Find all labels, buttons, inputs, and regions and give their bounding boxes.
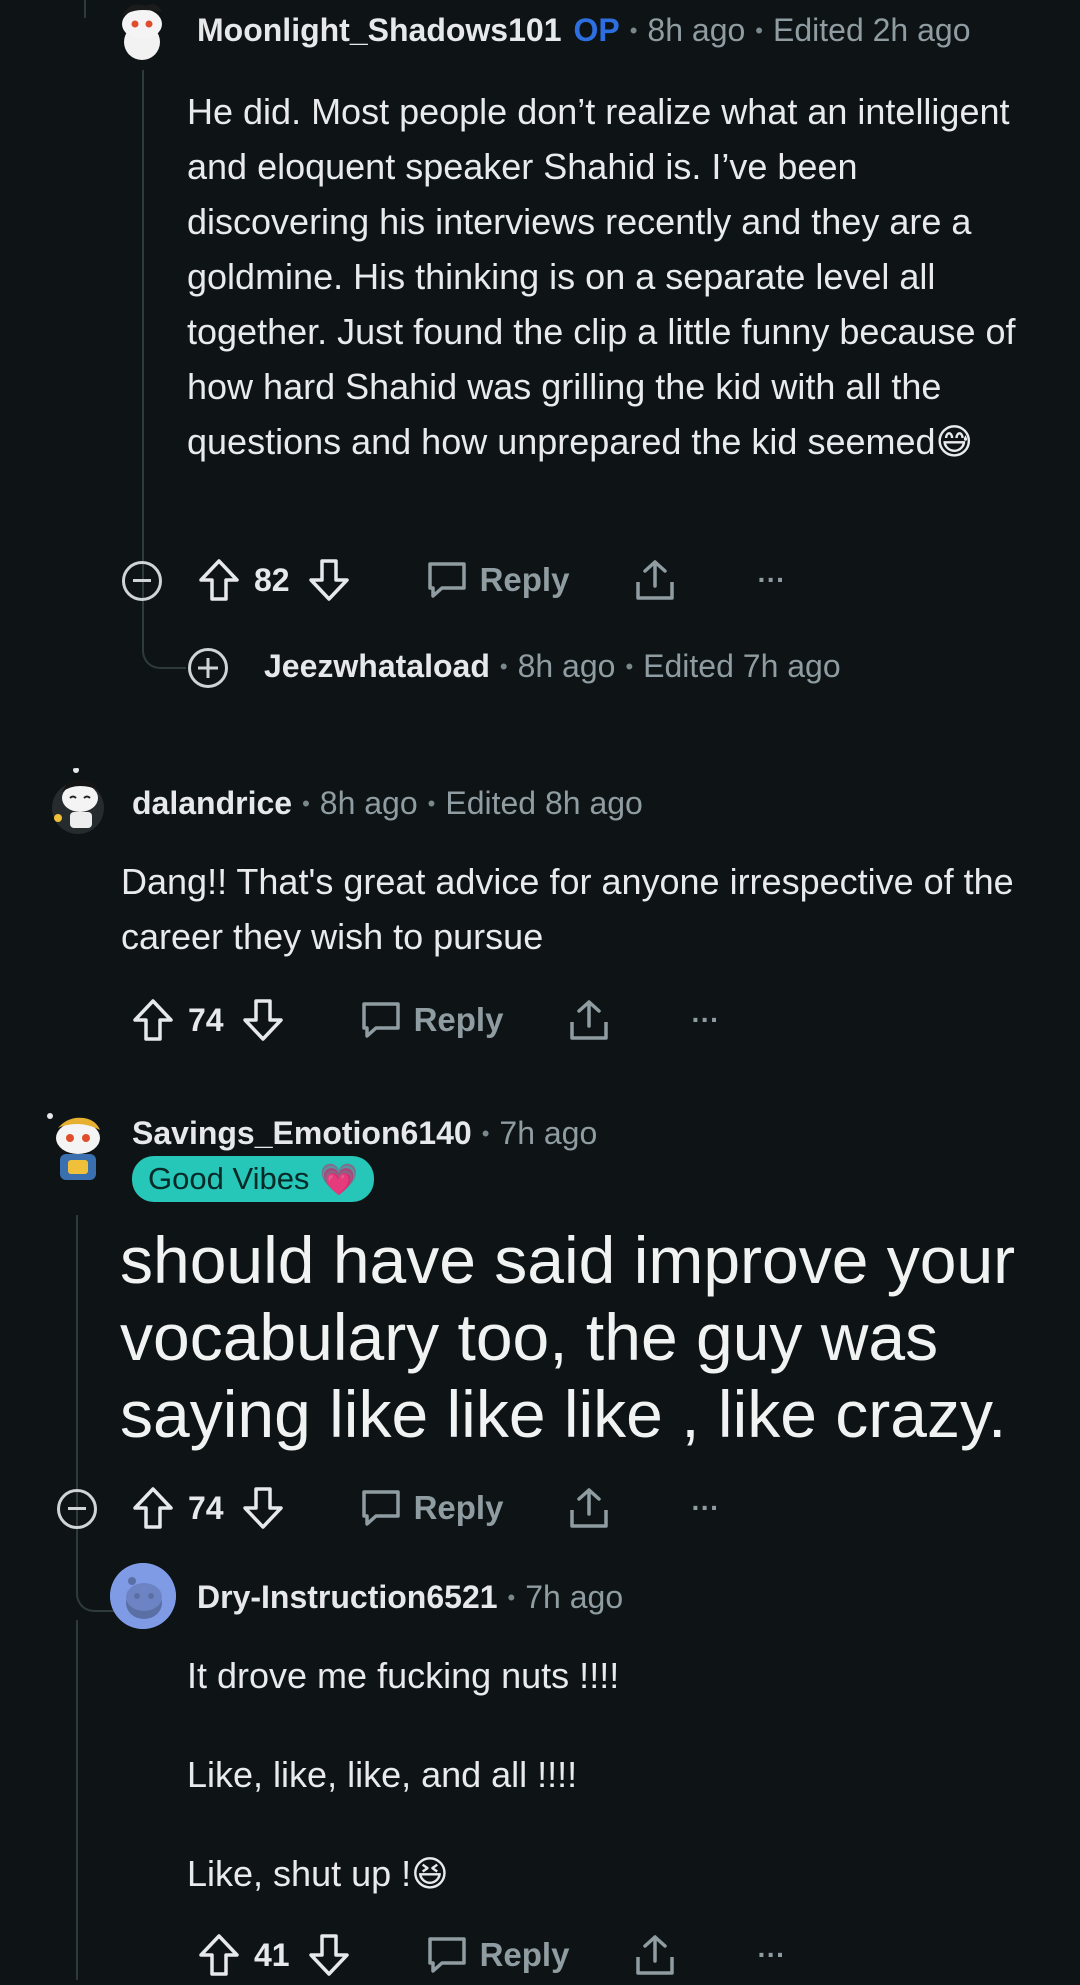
comment-icon	[427, 562, 466, 598]
downvote-icon	[242, 999, 283, 1041]
vote-count: 41	[254, 1936, 290, 1973]
share-button[interactable]	[633, 1933, 677, 1977]
upvote-button[interactable]	[132, 1486, 174, 1530]
downvote-icon	[242, 1487, 283, 1529]
reply-label: Reply	[413, 1001, 504, 1038]
timestamp: 8h ago	[517, 648, 616, 684]
reply-button[interactable]: Reply	[360, 1488, 504, 1528]
reply-button[interactable]: Reply	[426, 560, 570, 600]
edited-label: Edited 7h ago	[643, 648, 841, 684]
avatar[interactable]	[44, 1110, 112, 1186]
downvote-button[interactable]	[242, 1486, 284, 1530]
comment-icon	[361, 1002, 400, 1038]
more-options-button[interactable]: ···	[691, 1492, 719, 1524]
more-options-button[interactable]: ···	[691, 1004, 719, 1036]
timestamp: 7h ago	[499, 1115, 598, 1151]
comment-actions: 74 Reply ···	[132, 990, 719, 1050]
upvote-icon	[133, 1487, 173, 1529]
edited-label: Edited 8h ago	[445, 785, 643, 821]
separator-dot: •	[427, 790, 436, 816]
username[interactable]: Dry-Instruction6521	[197, 1579, 498, 1616]
comment-body: Dang!! That's great advice for anyone ir…	[121, 861, 1014, 957]
username[interactable]: Savings_Emotion6140	[132, 1115, 472, 1152]
vote-count: 74	[188, 1001, 224, 1038]
reply-button[interactable]: Reply	[426, 1935, 570, 1975]
vote-count: 82	[254, 561, 290, 598]
share-icon	[570, 1488, 609, 1528]
comment-actions: 82 Reply ···	[198, 550, 785, 610]
avatar[interactable]	[110, 1563, 176, 1629]
timestamp: 8h ago	[647, 12, 746, 48]
share-button[interactable]	[567, 998, 611, 1042]
separator-dot: •	[302, 790, 310, 816]
laughing-emoji: 😆	[411, 1853, 449, 1894]
edited-label: Edited 2h ago	[773, 12, 971, 48]
comment-actions: 74 Reply ···	[132, 1478, 719, 1538]
comment-text: Like, shut up !	[187, 1853, 412, 1894]
username[interactable]: Moonlight_Shadows101	[197, 12, 561, 49]
separator-dot: •	[755, 17, 763, 43]
comment-body: He did. Most people don’t realize what a…	[187, 84, 1037, 469]
sweat-smile-emoji: 😅	[935, 421, 974, 462]
vote-count: 74	[188, 1489, 224, 1526]
separator-dot: •	[481, 1120, 490, 1146]
comment-body: should have said improve your vocabulary…	[120, 1223, 1016, 1451]
separator-dot: •	[499, 653, 508, 679]
comment-text: He did. Most people don’t realize what a…	[187, 91, 1016, 462]
upvote-button[interactable]	[132, 998, 174, 1042]
username[interactable]: Jeezwhataload	[264, 648, 490, 685]
upvote-button[interactable]	[198, 1933, 240, 1977]
collapse-button[interactable]	[122, 561, 162, 601]
downvote-button[interactable]	[242, 998, 284, 1042]
heart-emoji: 💗	[319, 1161, 359, 1197]
avatar[interactable]	[44, 768, 112, 836]
comment-body-line: Like, shut up !😆	[187, 1846, 449, 1901]
share-icon	[636, 1935, 675, 1975]
collapse-icon	[133, 579, 151, 582]
reply-button[interactable]: Reply	[360, 1000, 504, 1040]
downvote-button[interactable]	[308, 558, 350, 602]
avatar[interactable]	[112, 0, 172, 64]
more-options-button[interactable]: ···	[757, 564, 785, 596]
upvote-icon	[133, 999, 173, 1041]
reply-label: Reply	[413, 1489, 504, 1526]
share-button[interactable]	[633, 558, 677, 602]
timestamp: 8h ago	[319, 785, 418, 821]
share-icon	[636, 560, 675, 600]
upvote-icon	[199, 1934, 239, 1976]
collapse-icon	[68, 1507, 86, 1510]
comment-body-line: It drove me fucking nuts !!!!	[187, 1655, 620, 1696]
share-button[interactable]	[567, 1486, 611, 1530]
share-icon	[570, 1000, 609, 1040]
upvote-button[interactable]	[198, 558, 240, 602]
comment-body-line: Like, like, like, and all !!!!	[187, 1754, 578, 1795]
timestamp: 7h ago	[525, 1579, 624, 1615]
username[interactable]: dalandrice	[132, 785, 292, 822]
downvote-icon	[308, 559, 349, 601]
upvote-icon	[199, 559, 239, 601]
downvote-icon	[308, 1934, 349, 1976]
reply-label: Reply	[479, 561, 570, 598]
collapse-button[interactable]	[57, 1489, 97, 1529]
downvote-button[interactable]	[308, 1933, 350, 1977]
reply-label: Reply	[479, 1936, 570, 1973]
separator-dot: •	[507, 1584, 516, 1610]
flair-label: Good Vibes	[148, 1161, 310, 1196]
more-options-button[interactable]: ···	[757, 1939, 785, 1971]
comment-actions: 41 Reply ···	[198, 1925, 785, 1985]
comment-icon	[427, 1937, 466, 1973]
expand-button[interactable]	[188, 648, 228, 688]
user-flair: Good Vibes 💗	[132, 1156, 375, 1202]
expand-icon	[198, 658, 218, 678]
comment-icon	[361, 1490, 400, 1526]
separator-dot: •	[629, 17, 638, 43]
op-badge: OP	[573, 12, 620, 48]
separator-dot: •	[625, 653, 634, 679]
